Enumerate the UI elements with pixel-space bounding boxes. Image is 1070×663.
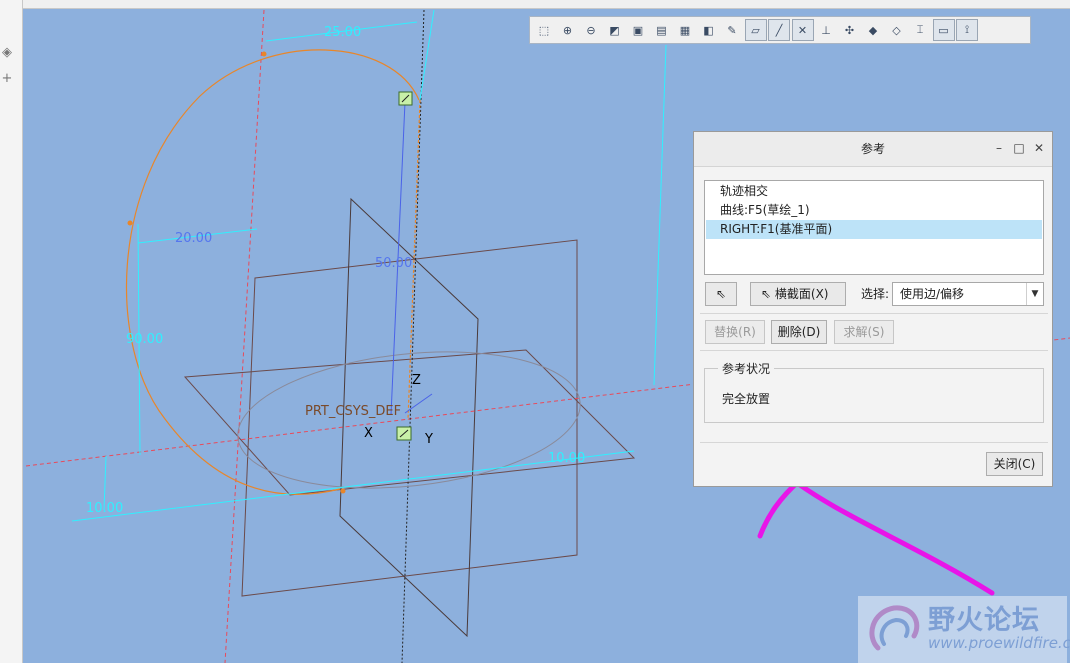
annotation-display-icon: ✎ [727, 23, 737, 37]
delete-button[interactable]: 删除(D) [771, 320, 827, 344]
watermark-title: 野火论坛 [928, 605, 1040, 636]
axis-label-z: Z [412, 373, 421, 388]
view-toolbar: ⬚ ⊕ ⊖ ◩ ▣ ▤ ▦ ◧ ✎ ▱ ╱ ✕ ⊥ ✣ ◆ ◇ ⌶ ▭ ⟟ [529, 16, 1031, 44]
vertex-display-button[interactable]: ⟟ [956, 19, 978, 41]
section-view-icon: ◧ [703, 23, 714, 37]
csys-label[interactable]: PRT_CSYS_DEF [305, 404, 401, 419]
zoom-box-button[interactable]: ⬚ [533, 19, 555, 41]
axis-label-x: X [364, 426, 373, 441]
solve-button[interactable]: 求解(S) [834, 320, 894, 344]
dimension-label[interactable]: 20.00 [175, 231, 212, 246]
shading-edges-button[interactable]: ◇ [886, 19, 908, 41]
list-item[interactable]: 曲线:F5(草绘_1) [706, 201, 1042, 220]
expand-plus-icon[interactable]: + [0, 72, 14, 86]
chevron-down-icon[interactable]: ▼ [1026, 283, 1043, 305]
refit-icon: ◩ [609, 23, 620, 37]
refit-button[interactable]: ◩ [604, 19, 626, 41]
axis-display-icon: ╱ [775, 23, 783, 37]
zoom-box-icon: ⬚ [538, 23, 550, 37]
list-item[interactable]: 轨迹相交 [706, 182, 1042, 201]
section-button[interactable]: ⇖ 横截面(X) [750, 282, 846, 306]
shading-edges-icon: ◇ [892, 23, 901, 37]
section-button-label: 横截面(X) [774, 287, 829, 301]
zoom-in-button[interactable]: ⊕ [557, 19, 579, 41]
left-panel: ◈ + [0, 0, 23, 663]
section-view-button[interactable]: ◧ [698, 19, 720, 41]
dimension-label[interactable]: 90.00 [126, 332, 163, 347]
zoom-out-button[interactable]: ⊖ [580, 19, 602, 41]
axis-label-y: Y [424, 432, 433, 447]
shading-button[interactable]: ◆ [862, 19, 884, 41]
spin-center-icon: ✣ [844, 23, 855, 37]
spin-center-button[interactable]: ✣ [839, 19, 861, 41]
watermark-logo-icon [869, 605, 920, 651]
view-orientation-icon: ▣ [632, 23, 644, 37]
csys-display-button[interactable]: ⊥ [815, 19, 837, 41]
watermark-url: www.proewildfire.cn [928, 634, 1070, 652]
close-button[interactable]: 关闭(C) [986, 452, 1043, 476]
zoom-in-icon: ⊕ [562, 23, 573, 37]
reference-status-legend: 参考状况 [718, 360, 775, 377]
separator [700, 350, 1048, 351]
point-display-icon: ✕ [797, 23, 808, 37]
view-orientation-button[interactable]: ▣ [627, 19, 649, 41]
minimize-icon[interactable]: – [992, 141, 1006, 155]
plane-display-button[interactable]: ▱ [744, 19, 767, 41]
replace-button[interactable]: 替换(R) [705, 320, 765, 344]
top-bar [22, 0, 1070, 9]
dimension-label[interactable]: 10.00 [548, 451, 585, 466]
annotation-display-button[interactable]: ✎ [721, 19, 743, 41]
constraint-marker-icon[interactable] [398, 91, 413, 106]
select-dropdown[interactable]: 使用边/偏移 ▼ [892, 282, 1044, 306]
select-label: 选择: [861, 287, 890, 301]
dimension-label[interactable]: 10.00 [86, 501, 123, 516]
point-display-button[interactable]: ✕ [791, 19, 814, 41]
select-value: 使用边/偏移 [900, 287, 965, 301]
dimension-display-button[interactable]: ⌶ [909, 19, 931, 41]
constraint-display-icon: ▭ [938, 23, 949, 37]
saved-views-button[interactable]: ▤ [651, 19, 673, 41]
dialog-titlebar[interactable]: 参考 – □ ✕ [694, 132, 1052, 167]
constraint-display-button[interactable]: ▭ [932, 19, 955, 41]
plane-display-icon: ▱ [751, 23, 760, 37]
sketch-vertex [261, 51, 267, 57]
zoom-out-icon: ⊖ [586, 23, 596, 37]
maximize-icon[interactable]: □ [1012, 141, 1026, 155]
separator [700, 313, 1048, 314]
pointer-icon: ⇖ [715, 287, 727, 301]
close-icon[interactable]: ✕ [1032, 141, 1046, 155]
saved-views-icon: ▤ [656, 23, 667, 37]
separator [700, 442, 1048, 443]
reference-status-text: 完全放置 [722, 392, 771, 406]
shading-icon: ◆ [868, 23, 878, 37]
sketch-vertex [127, 220, 133, 226]
pointer-select-button[interactable]: ⇖ [705, 282, 737, 306]
dimension-label[interactable]: 25.00 [324, 25, 361, 40]
references-dialog: 参考 – □ ✕ 轨迹相交 曲线:F5(草绘_1) RIGHT:F1(基准平面) ⇖… [693, 131, 1053, 487]
dimension-label[interactable]: 50.00 [375, 256, 412, 271]
watermark: 野火论坛 www.proewildfire.cn [858, 596, 1070, 663]
list-item[interactable]: RIGHT:F1(基准平面) [706, 220, 1042, 239]
sketch-vertex [340, 488, 346, 494]
display-style-button[interactable]: ▦ [674, 19, 696, 41]
pointer-icon: ⇖ [761, 287, 772, 301]
layer-icon[interactable]: ◈ [0, 46, 14, 60]
axis-display-button[interactable]: ╱ [768, 19, 790, 41]
reference-list[interactable]: 轨迹相交 曲线:F5(草绘_1) RIGHT:F1(基准平面) [704, 180, 1044, 275]
display-style-icon: ▦ [679, 23, 691, 37]
constraint-marker-icon[interactable] [396, 426, 412, 441]
csys-display-icon: ⊥ [821, 23, 831, 37]
dimension-display-icon: ⌶ [916, 23, 924, 36]
vertex-display-icon: ⟟ [964, 23, 970, 36]
